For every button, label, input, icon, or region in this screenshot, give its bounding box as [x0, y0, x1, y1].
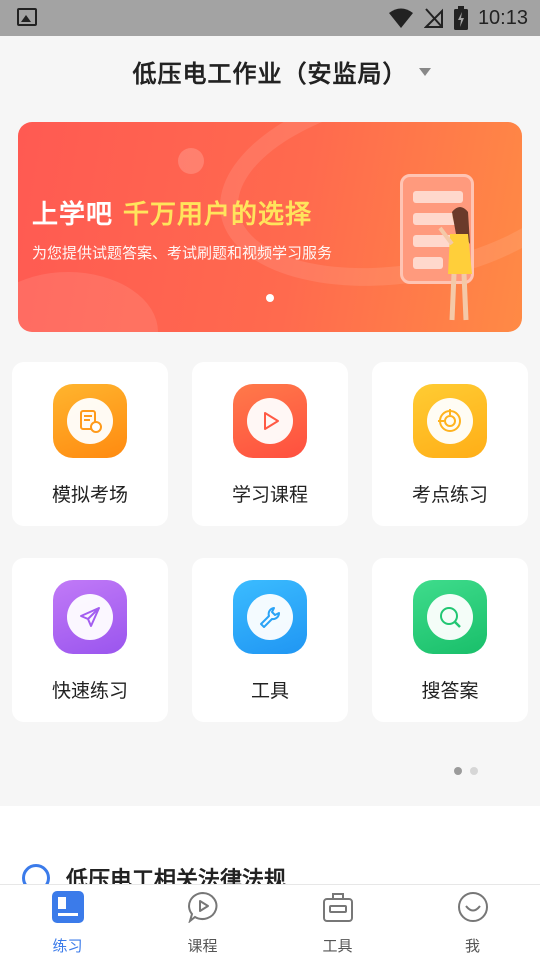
status-bar: 10:13 [0, 0, 540, 36]
book-icon [51, 891, 84, 923]
feature-label: 模拟考场 [51, 484, 128, 506]
search-icon [413, 580, 487, 654]
caret-down-icon[interactable] [419, 68, 431, 76]
clock-time: 10:13 [477, 6, 528, 29]
feature-label: 搜答案 [421, 680, 479, 702]
tab-label: 课程 [187, 937, 218, 955]
battery-charging-icon [453, 6, 468, 30]
banner-decoration [18, 272, 158, 332]
exam-category-title[interactable]: 低压电工作业（安监局） [0, 54, 540, 89]
feature-label: 考点练习 [411, 484, 488, 506]
wifi-icon [388, 8, 413, 28]
tab-tools[interactable]: 工具 [270, 885, 405, 960]
signal-off-icon [423, 8, 443, 28]
feature-keypoint-practice[interactable]: 考点练习 [372, 362, 528, 526]
target-icon [413, 384, 487, 458]
tab-label: 工具 [322, 937, 353, 955]
smile-icon [457, 892, 488, 922]
feature-mock-exam[interactable]: 模拟考场 [12, 362, 168, 526]
exam-paper-icon [53, 384, 127, 458]
toolbox-icon [322, 893, 353, 922]
tab-label: 我 [464, 937, 480, 955]
banner-subtitle: 为您提供试题答案、考试刷题和视频学习服务 [32, 244, 333, 262]
chat-play-icon [187, 891, 217, 923]
status-icons: 10:13 [388, 0, 528, 36]
page-header: 低压电工作业（安监局） [0, 36, 540, 108]
law-section: 低压电工相关法律法规 [0, 806, 540, 893]
feature-tools[interactable]: 工具 [192, 558, 348, 722]
promo-banner[interactable]: 上学吧 千万用户的选择 为您提供试题答案、考试刷题和视频学习服务 [18, 122, 522, 332]
carousel-indicator[interactable] [266, 294, 274, 302]
image-icon [17, 8, 37, 26]
tab-practice[interactable]: 练习 [0, 885, 135, 960]
banner-headline-part1: 上学吧 [32, 200, 114, 230]
feature-search-answers[interactable]: 搜答案 [372, 558, 528, 722]
paper-plane-icon [53, 580, 127, 654]
banner-headline: 上学吧 千万用户的选择 [32, 194, 312, 231]
woman-illustration [438, 207, 472, 321]
tab-label: 练习 [52, 937, 83, 955]
wrench-icon [233, 580, 307, 654]
feature-page-indicator [454, 767, 478, 775]
tab-courses[interactable]: 课程 [135, 885, 270, 960]
tab-me[interactable]: 我 [405, 885, 540, 960]
banner-decoration [178, 148, 204, 174]
banner-headline-part2: 千万用户的选择 [123, 200, 313, 230]
play-icon [233, 384, 307, 458]
page-dot[interactable] [470, 767, 478, 775]
feature-courses[interactable]: 学习课程 [192, 362, 348, 526]
feature-label: 工具 [250, 680, 289, 702]
feature-label: 学习课程 [231, 484, 308, 506]
bottom-tab-bar: 练习 课程 工具 我 [0, 884, 540, 960]
feature-quick-practice[interactable]: 快速练习 [12, 558, 168, 722]
page-dot-active[interactable] [454, 767, 462, 775]
feature-label: 快速练习 [51, 680, 128, 702]
